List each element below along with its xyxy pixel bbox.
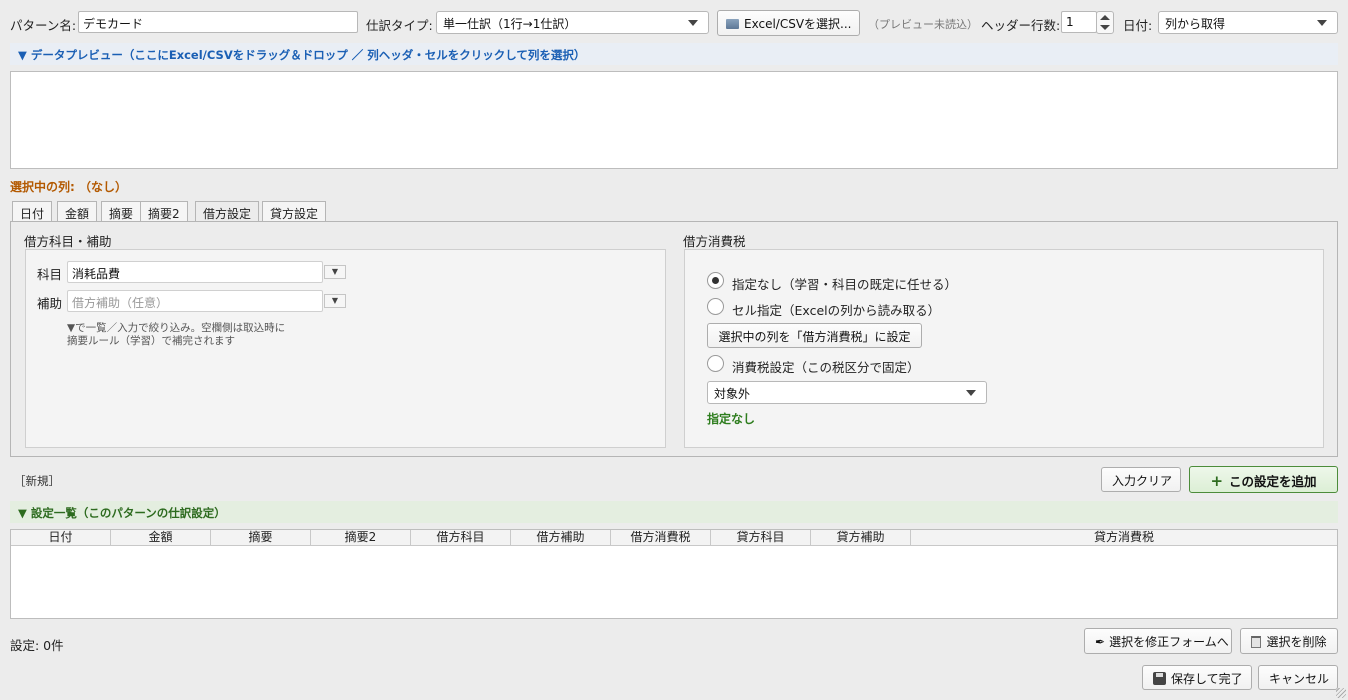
tax-cell-label[interactable]: セル指定（Excelの列から読み取る） [732,300,940,319]
add-setting-button[interactable]: + この設定を追加 [1189,466,1338,493]
set-debit-tax-column-button[interactable]: 選択中の列を「借方消費税」に設定 [707,323,922,348]
tax-category-select[interactable]: 対象外 [707,381,987,404]
tab-credit-settings[interactable]: 貸方設定 [262,201,327,222]
tax-fixed-label[interactable]: 消費税設定（この税区分で固定） [732,357,920,376]
debit-account-group: 科目 消耗品費 ▼ 補助 借方補助（任意） ▼ ▼で一覧／入力で絞り込み。空欄側… [25,249,666,448]
edit-selected-label: 選択を修正フォームへ [1109,635,1229,649]
account-label: 科目 [37,267,63,282]
save-and-finish-label: 保存して完了 [1171,672,1243,686]
edit-selected-button[interactable]: ✒ 選択を修正フォームへ [1084,628,1232,654]
column-header-debit-tax[interactable]: 借方消費税 [611,530,711,545]
journal-type-label: 仕訳タイプ: [366,18,433,33]
pattern-name-input[interactable]: デモカード [78,11,358,33]
hint-text-line2: 摘要ルール（学習）で補完されます [67,335,235,347]
column-header-debit-account[interactable]: 借方科目 [411,530,511,545]
header-rows-stepper[interactable] [1096,11,1114,34]
add-setting-label: この設定を追加 [1229,474,1317,489]
settings-table-header: 日付 金額 摘要 摘要2 借方科目 借方補助 借方消費税 貸方科目 貸方補助 貸… [11,530,1337,546]
column-header-amount[interactable]: 金額 [111,530,211,545]
tax-none-label[interactable]: 指定なし（学習・科目の既定に任せる） [732,274,957,293]
tax-none-radio[interactable] [707,272,724,289]
mode-label: ［新規］ [14,474,60,488]
tax-fixed-radio[interactable] [707,355,724,372]
sub-account-dropdown-icon[interactable]: ▼ [324,294,346,308]
chevron-down-icon [688,20,698,26]
account-dropdown-icon[interactable]: ▼ [324,265,346,279]
data-preview-header[interactable]: ▼ データプレビュー（ここにExcel/CSVをドラッグ＆ドロップ ／ 列ヘッダ… [10,43,1338,65]
settings-count: 設定: 0件 [10,638,64,653]
header-rows-input[interactable]: 1 [1061,11,1097,33]
tax-cell-radio[interactable] [707,298,724,315]
plus-icon: + [1210,472,1224,490]
resize-grip-icon[interactable] [1336,688,1346,698]
delete-selected-button[interactable]: 選択を削除 [1240,628,1338,654]
settings-list-header[interactable]: ▼ 設定一覧（このパターンの仕訳設定） [10,501,1338,523]
journal-type-select[interactable]: 単一仕訳（1行→1仕訳） [436,11,709,34]
column-header-credit-tax[interactable]: 貸方消費税 [911,530,1337,545]
header-rows-label: ヘッダー行数: [981,18,1061,33]
clear-input-button[interactable]: 入力クリア [1101,467,1181,492]
date-source-select[interactable]: 列から取得 [1158,11,1338,34]
delete-selected-label: 選択を削除 [1266,635,1327,649]
tab-content-panel: 借方科目・補助 科目 消耗品費 ▼ 補助 借方補助（任意） ▼ ▼で一覧／入力で… [10,221,1338,457]
date-source-value: 列から取得 [1165,17,1226,31]
chevron-down-icon [966,390,976,396]
tax-category-value: 対象外 [714,387,751,401]
preview-status: （プレビュー未読込） [868,18,978,31]
trash-icon [1251,636,1262,648]
date-label: 日付: [1123,18,1153,33]
stepper-down-icon[interactable] [1100,25,1110,30]
data-preview-area[interactable] [10,71,1338,169]
column-header-date[interactable]: 日付 [11,530,111,545]
column-header-debit-sub[interactable]: 借方補助 [511,530,611,545]
sub-account-label: 補助 [37,296,63,311]
journal-type-value: 単一仕訳（1行→1仕訳） [443,17,577,31]
debit-account-input[interactable]: 消耗品費 [67,261,323,283]
column-header-credit-sub[interactable]: 貸方補助 [811,530,911,545]
debit-tax-group: 指定なし（学習・科目の既定に任せる） セル指定（Excelの列から読み取る） 選… [684,249,1324,448]
debit-sub-account-input[interactable]: 借方補助（任意） [67,290,323,312]
tax-status-text: 指定なし [707,412,756,426]
tab-summary[interactable]: 摘要 [101,201,142,222]
tab-debit-settings[interactable]: 借方設定 [195,201,260,223]
settings-table[interactable]: 日付 金額 摘要 摘要2 借方科目 借方補助 借方消費税 貸方科目 貸方補助 貸… [10,529,1338,619]
tab-date[interactable]: 日付 [12,201,53,222]
folder-icon [726,19,739,29]
pattern-name-label: パターン名: [10,18,77,33]
select-excel-button[interactable]: Excel/CSVを選択... [717,10,860,36]
tab-summary2[interactable]: 摘要2 [140,201,188,222]
pencil-icon: ✒ [1095,635,1106,649]
stepper-up-icon[interactable] [1100,15,1110,20]
chevron-down-icon [1317,20,1327,26]
floppy-disk-icon [1153,672,1166,685]
cancel-button[interactable]: キャンセル [1258,665,1338,690]
column-header-summary[interactable]: 摘要 [211,530,311,545]
save-and-finish-button[interactable]: 保存して完了 [1142,665,1252,690]
tab-amount[interactable]: 金額 [57,201,98,222]
column-header-credit-account[interactable]: 貸方科目 [711,530,811,545]
selected-column-label: 選択中の列: （なし） [10,180,127,194]
select-excel-label: Excel/CSVを選択... [744,17,852,31]
debit-tax-section-title: 借方消費税 [683,234,746,249]
debit-account-section-title: 借方科目・補助 [24,234,112,249]
column-header-summary2[interactable]: 摘要2 [311,530,411,545]
